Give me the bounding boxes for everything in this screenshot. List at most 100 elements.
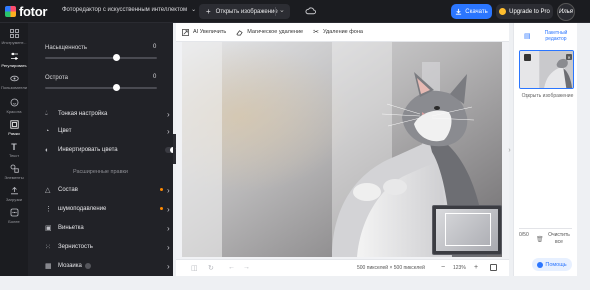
chevron-right-icon: › (508, 146, 511, 154)
open-image-label: Открыть изображение (215, 8, 278, 15)
vignette-icon: ▣ (45, 225, 52, 232)
rail-label: Загрузки (5, 197, 23, 202)
text-icon: T (11, 141, 17, 152)
canvas-bottom-bar: ◫ ↻ ← → 500 пикселей × 500 пикселей − 12… (176, 259, 509, 276)
upgrade-label: Upgrade to Pro (509, 8, 550, 15)
menu-noise-reduction[interactable]: ⋮ шумоподавление › (45, 202, 190, 216)
rail-item-uploads[interactable]: Загрузки (0, 186, 28, 202)
zoom-out-icon[interactable]: − (441, 264, 445, 271)
minimap-preview (436, 209, 498, 251)
rail-item-text[interactable]: T Текст (0, 141, 28, 159)
zoom-level[interactable]: 123% (453, 265, 466, 271)
drop-icon: 💧︎ (45, 110, 48, 117)
menu-label: Тонкая настройка (58, 111, 108, 117)
window-edge (577, 23, 590, 276)
help-label: Помощь (545, 261, 567, 268)
minimap[interactable] (432, 205, 502, 255)
cloud-icon[interactable] (305, 6, 316, 16)
menu-vignette[interactable]: ▣ Виньетка › (45, 221, 190, 235)
bg-remove-button[interactable]: ✂︎ Удаление фона (313, 28, 363, 36)
rail-item-beauty[interactable]: Красота (0, 98, 28, 114)
saturation-knob[interactable] (113, 54, 121, 61)
chevron-down-icon[interactable]: ⌄ (279, 6, 285, 14)
cat-photo[interactable] (182, 42, 502, 257)
batch-editor-button[interactable]: Пакетный редактор (536, 30, 576, 42)
user-avatar[interactable]: Илья (557, 3, 575, 21)
menu-invert-colors[interactable]: ◐ Инвертировать цвета (45, 143, 190, 157)
rail-item-elements[interactable]: Элементы (0, 164, 28, 180)
saturation-value[interactable]: 0 (153, 44, 156, 50)
menu-fine-tune[interactable]: 💧︎ Тонкая настройка › (45, 107, 190, 121)
sharpness-knob[interactable] (113, 84, 121, 91)
advanced-title: Расширенные правки (72, 169, 128, 175)
chevron-right-icon: › (167, 109, 170, 119)
add-image-button[interactable]: + Открыть изображение (519, 93, 576, 101)
menu-label: шумоподавление (58, 206, 107, 212)
trash-icon[interactable]: 🗑︎ (536, 236, 544, 243)
divider (275, 7, 276, 16)
rail-label: Регулировать (1, 63, 27, 68)
canvas-toolbar: AI Увеличить Магическое удаление ✂︎ Удал… (176, 23, 509, 42)
clear-all-button[interactable]: Очистить все (544, 232, 574, 246)
chevron-right-icon: › (167, 223, 170, 233)
rail-item-adjust[interactable]: Регулировать (0, 52, 28, 68)
saturation-label: Насыщенность (45, 45, 88, 51)
rail-label: Более (8, 219, 20, 224)
adjust-panel: Насыщенность 0 Острота 0 💧︎ Тонкая настр… (28, 23, 199, 278)
saturation-track[interactable] (45, 57, 157, 59)
menu-label: Цвет (58, 128, 72, 134)
open-image-button[interactable]: + Открыть изображение ⌄ (199, 4, 290, 19)
layers-icon (524, 54, 531, 61)
help-button[interactable]: Помощь (532, 258, 572, 271)
zoom-in-icon[interactable]: + (474, 264, 478, 271)
frame-icon (9, 120, 19, 129)
ai-enlarge-button[interactable]: AI Увеличить (182, 28, 227, 36)
chevron-right-icon: › (167, 242, 170, 252)
menu-color[interactable]: ◔ Цвет › (45, 124, 190, 138)
image-thumbnail[interactable]: ✕ (519, 50, 574, 89)
menu-label: Инвертировать цвета (58, 147, 118, 153)
scissors-icon: ✂︎ (313, 29, 319, 36)
editor-title: Фоторедактор с искусственным интеллектом (62, 6, 188, 13)
chevron-right-icon: › (167, 204, 170, 214)
chevron-right-icon: › (167, 126, 170, 136)
add-image-label: Открыть изображение (521, 93, 574, 99)
rail-item-frames[interactable]: Рамки (0, 120, 28, 136)
help-icon (537, 261, 544, 268)
magic-remove-button[interactable]: Магическое удаление (236, 29, 303, 36)
info-icon[interactable] (84, 263, 91, 269)
enlarge-icon (182, 28, 189, 36)
fotor-logo[interactable]: fotor (5, 4, 47, 19)
menu-grain[interactable]: ⁙ Зернистость › (45, 240, 190, 254)
upgrade-pro-button[interactable]: Upgrade to Pro (496, 4, 553, 19)
sharpness-value[interactable]: 0 (153, 74, 156, 80)
top-bar: fotor Фоторедактор с искусственным интел… (0, 0, 590, 23)
download-button[interactable]: Скачать (451, 4, 492, 19)
remove-thumbnail-icon[interactable]: ✕ (566, 54, 572, 60)
rail-label: Элементы (4, 175, 24, 180)
minimap-viewport[interactable] (445, 213, 491, 246)
noise-icon: ⋮ (45, 206, 52, 213)
sharpness-track[interactable] (45, 87, 157, 89)
compare-icon[interactable]: ◫ (191, 264, 198, 272)
fit-screen-icon[interactable] (490, 264, 497, 271)
logo-text: fotor (19, 3, 48, 19)
redo-icon[interactable]: → (243, 264, 250, 271)
editor-mode-select[interactable]: Фоторедактор с искусственным интеллектом… (62, 6, 196, 14)
undo-icon[interactable]: ← (228, 264, 235, 271)
menu-mosaic[interactable]: ▦ Мозаика › (45, 259, 190, 273)
upload-icon (10, 186, 18, 195)
collapse-right-button[interactable]: › (506, 143, 513, 157)
elements-icon (10, 164, 19, 173)
sliders-icon (10, 52, 18, 60)
menu-composition[interactable]: △ Состав › (45, 183, 190, 197)
crown-icon (499, 8, 507, 15)
ai-enlarge-label: AI Увеличить (193, 29, 227, 35)
logo-mark-icon (5, 5, 16, 17)
rail-item-users[interactable]: Пользователи (0, 74, 28, 90)
rail-item-more[interactable]: Более (0, 208, 28, 224)
canvas-area[interactable] (176, 42, 509, 259)
menu-label: Зернистость (58, 244, 93, 250)
rail-item-tools[interactable]: Инструмент... (0, 29, 28, 45)
history-icon[interactable]: ↻ (208, 264, 214, 272)
